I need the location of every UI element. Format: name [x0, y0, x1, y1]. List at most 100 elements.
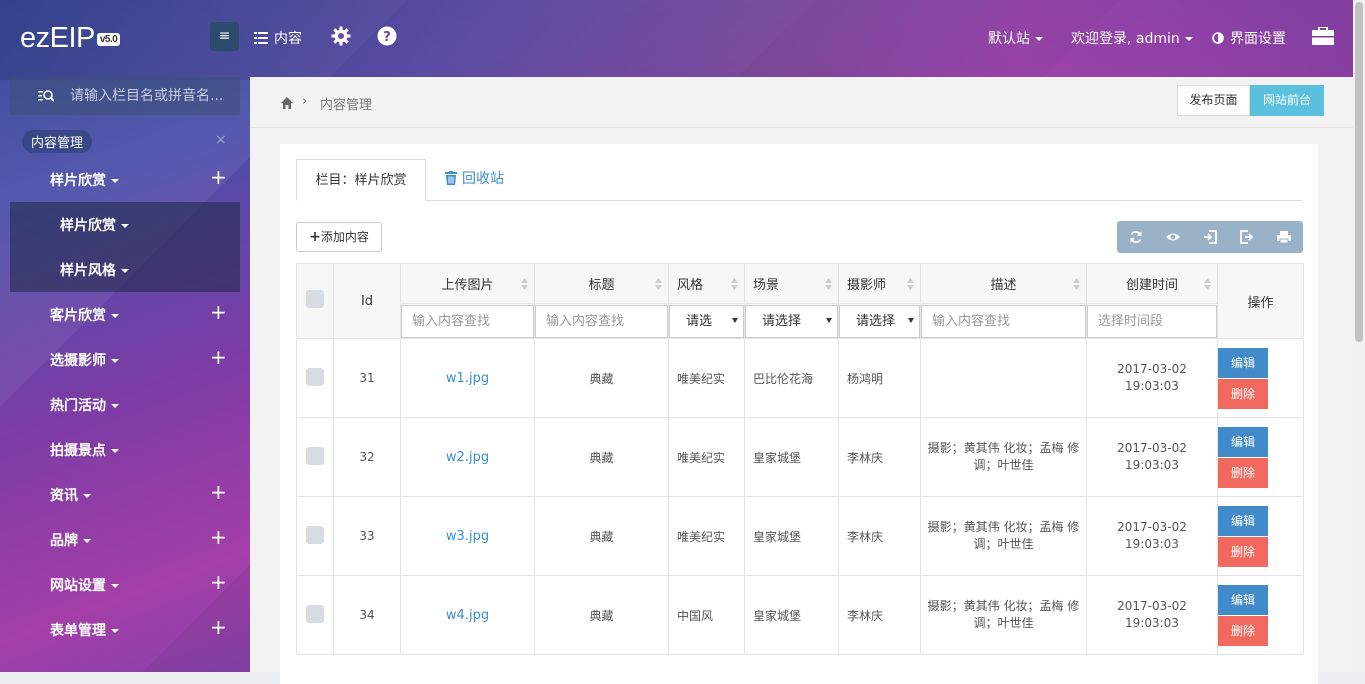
cell-desc: 摄影；黄其伟 化妆；孟梅 修调；叶世佳: [920, 575, 1087, 655]
chevron-down-icon: [83, 494, 91, 498]
filter-photographer-select[interactable]: 请选择: [839, 304, 920, 338]
tab-recycle-label: 回收站: [462, 171, 504, 187]
cell-desc: 摄影；黄其伟 化妆；孟梅 修调；叶世佳: [920, 496, 1087, 576]
plus-icon[interactable]: +: [210, 480, 227, 504]
chevron-down-icon: [111, 449, 119, 453]
col-style-label: 风格: [677, 278, 704, 293]
sidebar-subitem-sample[interactable]: 样片欣赏: [10, 202, 240, 247]
user-menu[interactable]: 欢迎登录, admin: [1071, 28, 1193, 48]
menu-toggle-button[interactable]: ≡: [210, 22, 239, 51]
row-checkbox[interactable]: [306, 525, 324, 544]
col-desc-label: 描述: [990, 278, 1017, 293]
row-select-cell: [296, 496, 334, 576]
cell-title: 典藏: [534, 338, 669, 418]
delete-button[interactable]: 删除: [1218, 615, 1268, 646]
site-front-button[interactable]: 网站前台: [1250, 85, 1324, 116]
plus-icon[interactable]: +: [210, 300, 227, 324]
edit-button[interactable]: 编辑: [1218, 426, 1268, 457]
trash-icon: [445, 171, 457, 185]
sidebar-item-photographer[interactable]: 选摄影师 +: [10, 337, 240, 382]
print-icon[interactable]: [1277, 230, 1291, 244]
home-icon[interactable]: [280, 96, 294, 110]
col-title[interactable]: 标题: [534, 263, 669, 304]
chevron-down-icon: [1035, 37, 1043, 41]
filter-image-input[interactable]: [401, 304, 534, 338]
sidebar-item-brand[interactable]: 品牌 +: [10, 517, 240, 562]
eye-icon[interactable]: [1166, 230, 1180, 244]
sidebar-item-events[interactable]: 热门活动: [10, 382, 240, 427]
col-id[interactable]: Id: [333, 263, 401, 339]
plus-icon[interactable]: +: [210, 570, 227, 594]
sidebar-item-client[interactable]: 客片欣赏 +: [10, 292, 240, 337]
import-icon[interactable]: [1203, 230, 1217, 244]
row-checkbox[interactable]: [306, 367, 324, 386]
sort-icon: [1073, 278, 1080, 290]
cell-image: w3.jpg: [400, 496, 535, 576]
sidebar-item-sample[interactable]: 样片欣赏 +: [10, 157, 240, 202]
filter-scene-cell: 请选择: [744, 303, 839, 339]
col-desc[interactable]: 描述: [920, 263, 1087, 304]
add-content-button[interactable]: +添加内容: [296, 222, 382, 252]
col-style[interactable]: 风格: [668, 263, 745, 304]
created-date: 2017-03-02: [1117, 362, 1187, 376]
filter-created-input[interactable]: [1087, 304, 1217, 338]
cell-desc: 摄影；黄其伟 化妆；孟梅 修调；叶世佳: [920, 417, 1087, 497]
section-title: 内容管理: [22, 130, 93, 153]
sidebar-item-spots[interactable]: 拍摄景点: [10, 427, 240, 472]
row-checkbox[interactable]: [306, 604, 324, 623]
tab-recycle[interactable]: 回收站: [445, 159, 504, 201]
table-row: 34 w4.jpg 典藏 中国风 皇家城堡 李林庆 摄影；黄其伟 化妆；孟梅 修…: [296, 575, 1304, 655]
tab-divider: [296, 200, 1303, 201]
vertical-scrollbar[interactable]: [1353, 0, 1365, 672]
image-link[interactable]: w4.jpg: [446, 608, 489, 623]
row-checkbox[interactable]: [306, 446, 324, 465]
cell-image: w1.jpg: [400, 338, 535, 418]
sidebar-item-site-settings[interactable]: 网站设置 +: [10, 562, 240, 607]
gear-icon[interactable]: [331, 26, 351, 46]
plus-icon[interactable]: +: [210, 345, 227, 369]
sidebar-item-forms[interactable]: 表单管理 +: [10, 607, 240, 652]
filter-title-input[interactable]: [535, 304, 668, 338]
col-photographer[interactable]: 摄影师: [838, 263, 921, 304]
col-created[interactable]: 创建时间: [1086, 263, 1218, 304]
export-icon[interactable]: [1240, 230, 1254, 244]
edit-button[interactable]: 编辑: [1218, 347, 1268, 378]
image-link[interactable]: w2.jpg: [446, 450, 489, 465]
image-link[interactable]: w3.jpg: [446, 529, 489, 544]
ui-settings[interactable]: 界面设置: [1212, 28, 1286, 48]
select-all-checkbox[interactable]: [306, 290, 324, 308]
col-image[interactable]: 上传图片: [400, 263, 535, 304]
image-link[interactable]: w1.jpg: [446, 371, 489, 386]
chevron-down-icon: [111, 584, 119, 588]
filter-style-select[interactable]: 请选: [669, 304, 744, 338]
site-select[interactable]: 默认站: [988, 28, 1043, 48]
sidebar-item-news[interactable]: 资讯 +: [10, 472, 240, 517]
cell-scene: 皇家城堡: [744, 417, 839, 497]
plus-icon[interactable]: +: [210, 165, 227, 189]
filter-created-cell: [1086, 303, 1218, 339]
publish-page-button[interactable]: 发布页面: [1177, 85, 1250, 116]
edit-button[interactable]: 编辑: [1218, 584, 1268, 615]
delete-button[interactable]: 删除: [1218, 378, 1268, 409]
sidebar-subitem-style[interactable]: 样片风格: [10, 247, 240, 292]
delete-button[interactable]: 删除: [1218, 457, 1268, 488]
filter-scene-select[interactable]: 请选择: [745, 304, 838, 338]
scrollbar-thumb[interactable]: [1355, 2, 1363, 342]
sidebar-search-input[interactable]: [68, 77, 238, 115]
content-menu[interactable]: 内容: [254, 28, 302, 48]
tab-column[interactable]: 栏目：样片欣赏: [296, 159, 426, 201]
briefcase-icon[interactable]: [1312, 27, 1334, 45]
col-scene[interactable]: 场景: [744, 263, 839, 304]
sort-icon: [655, 278, 662, 290]
sidebar-item-label: 品牌: [50, 530, 91, 550]
edit-button[interactable]: 编辑: [1218, 505, 1268, 536]
refresh-icon[interactable]: [1129, 230, 1143, 244]
close-icon[interactable]: ×: [215, 133, 227, 147]
delete-button[interactable]: 删除: [1218, 536, 1268, 567]
help-icon[interactable]: ?: [377, 26, 397, 46]
sort-icon: [825, 278, 832, 290]
filter-desc-input[interactable]: [921, 304, 1086, 338]
plus-icon[interactable]: +: [210, 615, 227, 639]
plus-icon[interactable]: +: [210, 525, 227, 549]
content-panel: 栏目：样片欣赏 回收站 +添加内容 Id 上传图片 标题 风格 场景 摄影师 描…: [280, 144, 1318, 684]
